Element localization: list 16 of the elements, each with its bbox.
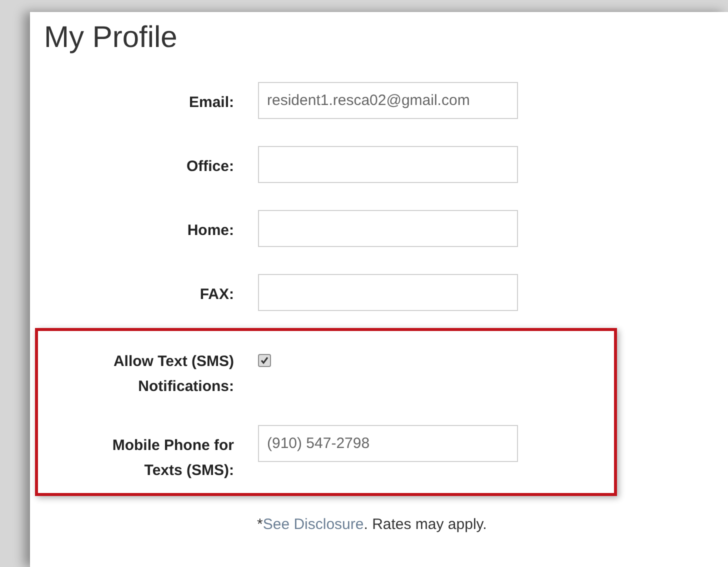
field-label: Home: — [186, 221, 234, 241]
input-field[interactable] — [258, 146, 518, 183]
page-title: My Profile — [44, 20, 178, 56]
input-field[interactable]: (910) 547-2798 — [258, 425, 518, 462]
field-label: Allow Text (SMS) Notifications: — [112, 352, 234, 397]
input-field[interactable] — [258, 274, 518, 311]
checkbox[interactable] — [258, 354, 271, 367]
field-label: Email: — [188, 93, 234, 113]
field-label: FAX: — [198, 285, 234, 305]
checkmark-icon — [260, 356, 269, 365]
field-label: Mobile Phone for Texts (SMS): — [111, 436, 234, 481]
field-label: Office: — [185, 157, 234, 177]
disclosure-link[interactable]: See Disclosure — [262, 516, 364, 533]
input-field[interactable] — [258, 210, 518, 247]
disclosure-note: *See Disclosure. Rates may apply. — [257, 515, 488, 535]
input-field[interactable]: resident1.resca02@gmail.com — [258, 82, 518, 119]
